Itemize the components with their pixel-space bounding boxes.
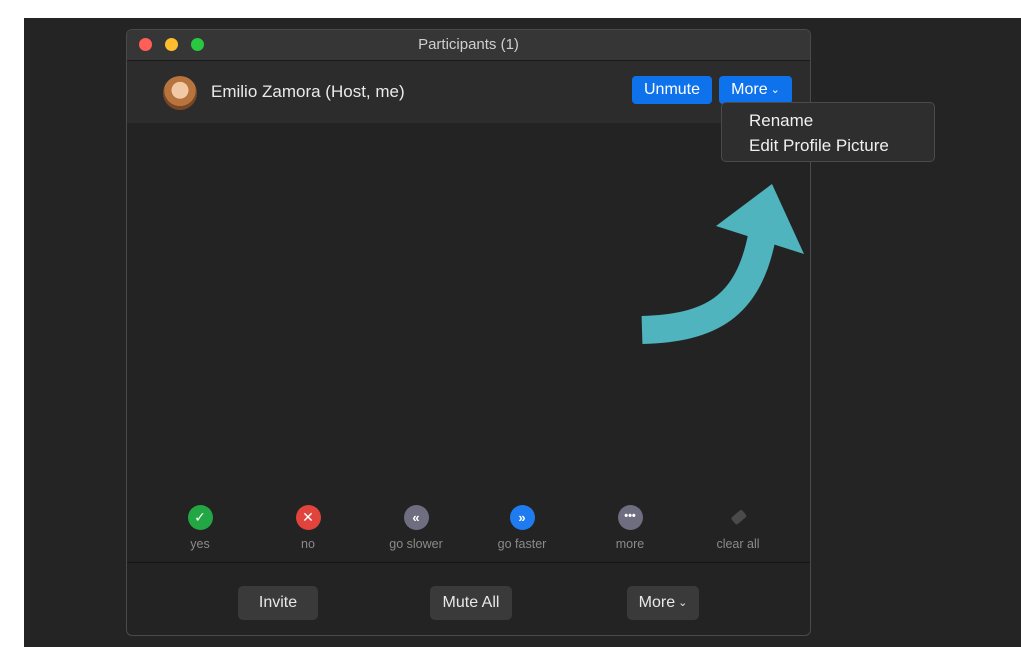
menu-item-rename[interactable]: Rename — [749, 111, 813, 131]
feedback-label: yes — [190, 537, 210, 551]
avatar — [163, 76, 197, 110]
invite-button[interactable]: Invite — [238, 586, 318, 620]
participant-name: Emilio Zamora (Host, me) — [211, 82, 405, 101]
feedback-go-slower[interactable]: « go slower — [371, 505, 461, 551]
chevron-down-icon: ⌄ — [678, 597, 688, 609]
participant-more-label: More — [731, 81, 768, 98]
window-title: Participants (1) — [418, 36, 519, 53]
rewind-icon: « — [403, 505, 429, 530]
unmute-button[interactable]: Unmute — [632, 76, 712, 104]
chevron-down-icon: ⌄ — [770, 84, 780, 96]
check-icon: ✓ — [187, 505, 213, 530]
feedback-label: go faster — [497, 537, 547, 551]
feedback-label: go slower — [389, 537, 443, 551]
feedback-label: more — [615, 537, 645, 551]
more-footer-button[interactable]: More ⌄ — [627, 586, 699, 620]
title-bar: Participants (1) — [127, 30, 810, 61]
nonverbal-feedback-bar: ✓ yes ✕ no « go slower » go faster ••• m… — [127, 505, 810, 575]
feedback-label: no — [301, 537, 315, 551]
x-icon: ✕ — [295, 505, 321, 530]
feedback-label: clear all — [716, 537, 760, 551]
participant-more-button[interactable]: More ⌄ — [719, 76, 792, 104]
feedback-clear-all[interactable]: clear all — [693, 505, 783, 551]
feedback-no[interactable]: ✕ no — [263, 505, 353, 551]
feedback-yes[interactable]: ✓ yes — [155, 505, 245, 551]
more-footer-label: More — [638, 594, 676, 611]
feedback-more[interactable]: ••• more — [585, 505, 675, 551]
eraser-icon — [726, 505, 751, 530]
participant-more-menu: Rename Edit Profile Picture — [721, 102, 935, 162]
mute-all-button[interactable]: Mute All — [430, 586, 512, 620]
footer-divider — [127, 562, 810, 563]
ellipsis-icon: ••• — [617, 505, 643, 530]
curved-arrow-annotation — [641, 184, 804, 344]
feedback-go-faster[interactable]: » go faster — [477, 505, 567, 551]
fast-forward-icon: » — [509, 505, 535, 530]
menu-item-edit-profile-picture[interactable]: Edit Profile Picture — [749, 136, 889, 156]
